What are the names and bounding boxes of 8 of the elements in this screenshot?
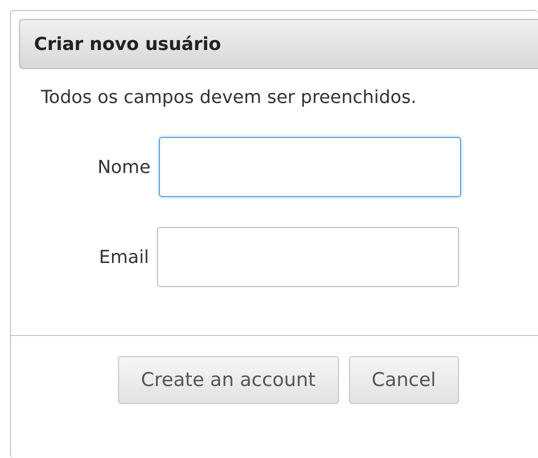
text-field[interactable] [156,227,459,287]
text-field[interactable] [158,137,461,197]
cancel-button[interactable]: Cancel [348,356,459,404]
field-label: Email [99,246,149,270]
dialog-title: Criar novo usuário [19,19,538,69]
field-label: Nome [97,156,151,180]
create-button[interactable]: Create an account [118,356,339,404]
instruction-text: Todos os campos devem ser preenchidos. [41,87,418,109]
